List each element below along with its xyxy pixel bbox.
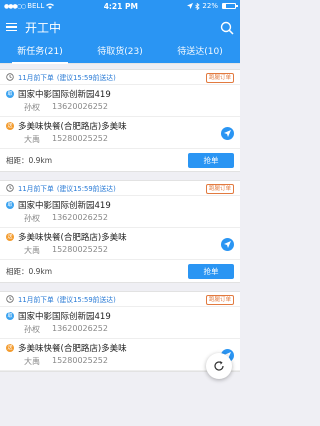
dropoff-address: 多美味快餐(合肥路店)多美味 <box>18 122 127 132</box>
order-time: 11月前下单 <box>18 185 54 193</box>
order-suggest-time: (建议15:59前送达) <box>56 296 116 304</box>
tab-bar: 新任务(21) 待取货(23) 待送达(10) <box>0 42 240 64</box>
pickup-contact: 孙权 <box>24 103 40 112</box>
battery-percent: 22% <box>202 2 218 10</box>
order-header: 11月前下单 (建议15:59前送达) 跑腿订单 <box>0 181 240 196</box>
bluetooth-icon <box>195 2 201 10</box>
order-card[interactable]: 11月前下单 (建议15:59前送达) 跑腿订单 取 国家中影国际创新园419 … <box>0 291 240 372</box>
battery-icon <box>221 3 238 9</box>
dropoff-phone[interactable]: 15280025252 <box>52 134 108 145</box>
wifi-icon <box>46 3 55 9</box>
pickup-phone[interactable]: 13620026252 <box>52 102 108 113</box>
order-type-badge: 跑腿订单 <box>205 295 234 305</box>
carrier-label: BELL <box>27 2 45 10</box>
signal-icon: ●●●○○ <box>4 2 26 10</box>
navigation-arrow-icon[interactable] <box>221 238 234 251</box>
dropoff-badge: 送 <box>6 233 14 241</box>
order-card[interactable]: 11月前下单 (建议15:59前送达) 跑腿订单 取 国家中影国际创新园419 … <box>0 180 240 283</box>
clock-icon <box>6 73 14 81</box>
dropoff-contact: 大禹 <box>24 135 40 144</box>
refresh-icon <box>214 361 224 371</box>
refresh-button[interactable] <box>206 353 232 379</box>
order-header: 11月前下单 (建议15:59前送达) 跑腿订单 <box>0 70 240 85</box>
status-right: 22% <box>187 2 238 10</box>
nav-bar: 开工中 <box>0 12 240 42</box>
tab-new-tasks[interactable]: 新任务(21) <box>0 42 80 64</box>
dropoff-block: 送 多美味快餐(合肥路店)多美味 大禹 15280025252 <box>0 339 240 371</box>
tab-to-pickup[interactable]: 待取货(23) <box>80 42 160 63</box>
pickup-block: 取 国家中影国际创新园419 孙权 13620026252 <box>0 85 240 117</box>
location-arrow-icon <box>187 3 194 9</box>
status-time: 4:21 PM <box>103 1 138 11</box>
order-type-badge: 跑腿订单 <box>205 73 234 83</box>
order-time: 11月前下单 <box>18 74 54 82</box>
order-footer: 相距：0.9km 抢单 <box>0 149 240 171</box>
pickup-phone[interactable]: 13620026252 <box>52 324 108 335</box>
pickup-badge: 取 <box>6 201 14 209</box>
page-title: 开工中 <box>25 20 62 35</box>
clock-icon <box>6 295 14 303</box>
dropoff-contact: 大禹 <box>24 357 40 366</box>
pickup-contact: 孙权 <box>24 214 40 223</box>
order-suggest-time: (建议15:59前送达) <box>56 74 116 82</box>
tab-to-deliver[interactable]: 待送达(10) <box>160 42 240 63</box>
pickup-phone[interactable]: 13620026252 <box>52 213 108 224</box>
order-card[interactable]: 11月前下单 (建议15:59前送达) 跑腿订单 取 国家中影国际创新园419 … <box>0 69 240 172</box>
battery-fill <box>222 4 226 8</box>
pickup-block: 取 国家中影国际创新园419 孙权 13620026252 <box>0 196 240 228</box>
order-distance: 相距：0.9km <box>6 155 53 165</box>
order-header: 11月前下单 (建议15:59前送达) 跑腿订单 <box>0 292 240 307</box>
dropoff-badge: 送 <box>6 122 14 130</box>
pickup-address: 国家中影国际创新园419 <box>18 90 111 100</box>
search-icon[interactable] <box>220 20 234 35</box>
status-bar: ●●●○○ BELL 4:21 PM 22% <box>0 0 240 12</box>
clock-icon <box>6 184 14 192</box>
order-footer: 相距：0.9km 抢单 <box>0 260 240 282</box>
hamburger-icon[interactable] <box>6 22 17 32</box>
pickup-contact: 孙权 <box>24 325 40 334</box>
pickup-badge: 取 <box>6 312 14 320</box>
dropoff-contact: 大禹 <box>24 246 40 255</box>
dropoff-badge: 送 <box>6 344 14 352</box>
order-list: 11月前下单 (建议15:59前送达) 跑腿订单 取 国家中影国际创新园419 … <box>0 64 240 372</box>
dropoff-block: 送 多美味快餐(合肥路店)多美味 大禹 15280025252 <box>0 117 240 149</box>
dropoff-phone[interactable]: 15280025252 <box>52 356 108 367</box>
dropoff-block: 送 多美味快餐(合肥路店)多美味 大禹 15280025252 <box>0 228 240 260</box>
pickup-badge: 取 <box>6 90 14 98</box>
status-left: ●●●○○ BELL <box>4 2 55 10</box>
grab-order-button[interactable]: 抢单 <box>188 152 234 168</box>
navigation-arrow-icon[interactable] <box>221 127 234 140</box>
pickup-address: 国家中影国际创新园419 <box>18 312 111 322</box>
pickup-address: 国家中影国际创新园419 <box>18 201 111 211</box>
order-suggest-time: (建议15:59前送达) <box>56 185 116 193</box>
order-type-badge: 跑腿订单 <box>205 184 234 194</box>
order-distance: 相距：0.9km <box>6 266 53 276</box>
grab-order-button[interactable]: 抢单 <box>188 263 234 279</box>
dropoff-address: 多美味快餐(合肥路店)多美味 <box>18 233 127 243</box>
dropoff-address: 多美味快餐(合肥路店)多美味 <box>18 344 127 354</box>
pickup-block: 取 国家中影国际创新园419 孙权 13620026252 <box>0 307 240 339</box>
dropoff-phone[interactable]: 15280025252 <box>52 245 108 256</box>
order-time: 11月前下单 <box>18 296 54 304</box>
